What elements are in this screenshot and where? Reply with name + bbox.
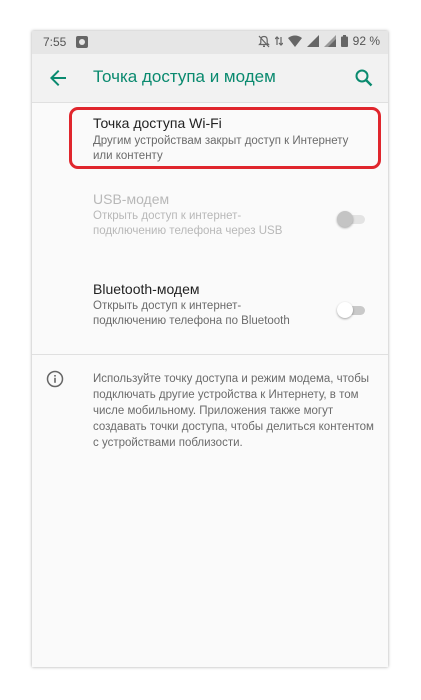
usb-tethering-title: USB-модем [93, 191, 170, 207]
mute-icon [257, 35, 270, 48]
page-title: Точка доступа и модем [93, 67, 276, 86]
divider [32, 354, 388, 355]
notification-icon [76, 36, 88, 48]
list-item-usb-tethering: USB-модем Открыть доступ к интернет-подк… [32, 185, 388, 257]
list-item-bluetooth-tethering[interactable]: Bluetooth-модем Открыть доступ к интерне… [32, 275, 388, 345]
status-time: 7:55 [43, 35, 67, 49]
info-text: Используйте точку доступа и режим модема… [93, 373, 374, 449]
bluetooth-tethering-toggle[interactable] [337, 302, 367, 318]
arrow-back-icon[interactable] [46, 66, 70, 90]
wifi-icon [287, 35, 302, 47]
phone-screen: 7:55 92 % Точка доступа и модем Точка до… [32, 31, 388, 667]
battery-level: 92 % [352, 34, 380, 48]
app-bar: Точка доступа и модем [32, 54, 388, 103]
toggle-thumb [337, 302, 353, 318]
info-icon [46, 370, 64, 388]
status-bar: 7:55 92 % [32, 31, 388, 54]
signal-icon [306, 35, 319, 47]
search-icon[interactable] [352, 66, 376, 90]
toggle-thumb [337, 211, 353, 227]
highlight-box [69, 107, 381, 169]
status-icons: 92 % [257, 34, 380, 48]
bluetooth-tethering-subtitle: Открыть доступ к интернет-подключению те… [93, 300, 290, 327]
bluetooth-tethering-title: Bluetooth-модем [93, 281, 200, 297]
usb-tethering-subtitle: Открыть доступ к интернет-подключению те… [93, 210, 283, 237]
signal-2-icon [323, 35, 336, 47]
battery-icon [340, 35, 348, 47]
data-arrows-icon [274, 35, 283, 47]
usb-tethering-toggle [337, 211, 367, 227]
